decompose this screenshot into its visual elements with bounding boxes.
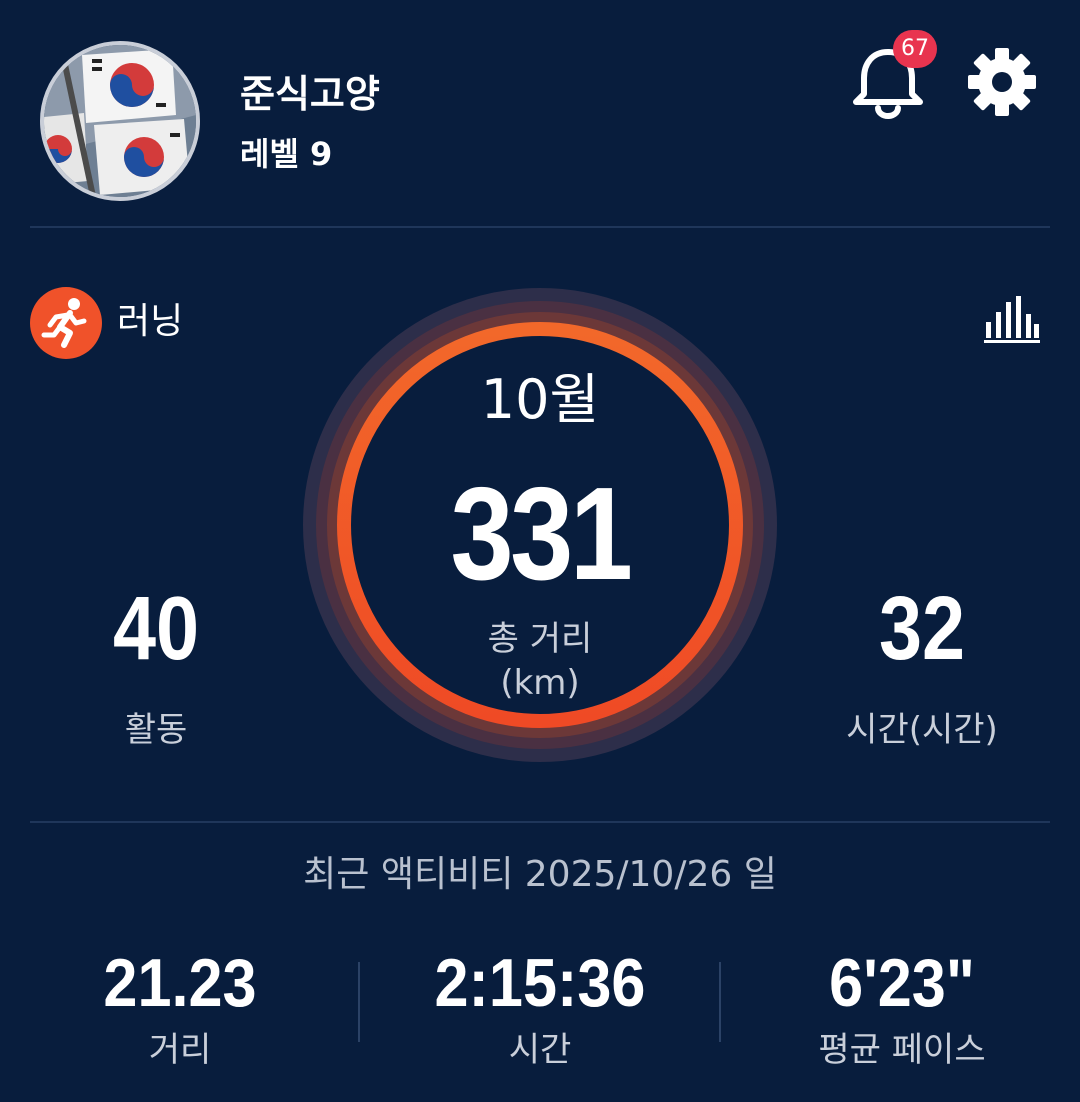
section-divider bbox=[30, 821, 1050, 823]
recent-activity-title[interactable]: 최근 액티비티 2025/10/26 일 bbox=[0, 852, 1080, 898]
recent-distance-value: 21.23 bbox=[103, 945, 257, 1021]
gear-icon[interactable] bbox=[966, 46, 1038, 118]
recent-pace-label: 평균 페이스 bbox=[818, 1030, 986, 1070]
activity-type-label[interactable]: 러닝 bbox=[117, 300, 183, 344]
recent-time-label: 시간 bbox=[508, 1030, 572, 1070]
total-distance-label: 총 거리 bbox=[487, 619, 593, 659]
username: 준식고양 bbox=[240, 72, 380, 116]
bar-chart-icon[interactable] bbox=[982, 294, 1042, 344]
hours-label: 시간(시간) bbox=[846, 710, 998, 750]
stat-separator bbox=[358, 962, 360, 1042]
recent-distance-label: 거리 bbox=[148, 1030, 212, 1070]
avatar[interactable] bbox=[40, 41, 200, 201]
running-person-icon[interactable] bbox=[30, 287, 102, 359]
notification-badge[interactable]: 67 bbox=[893, 30, 937, 68]
hours-value: 32 bbox=[878, 579, 966, 679]
total-distance-value: 331 bbox=[450, 460, 633, 607]
header-divider bbox=[30, 226, 1050, 228]
month-label: 10월 bbox=[480, 368, 600, 431]
recent-time-value: 2:15:36 bbox=[434, 945, 646, 1021]
flag-photo bbox=[44, 45, 196, 197]
stat-separator bbox=[719, 962, 721, 1042]
user-level: 레벨 9 bbox=[240, 135, 333, 173]
profile-screen: 준식고양 레벨 9 67 러닝 10월 331 총 거리 (km) 40 활동 … bbox=[0, 0, 1080, 1102]
activities-count: 40 bbox=[112, 579, 200, 679]
recent-pace-value: 6'23" bbox=[829, 945, 975, 1021]
activities-label: 활동 bbox=[124, 710, 188, 750]
total-distance-unit: (km) bbox=[500, 663, 580, 703]
